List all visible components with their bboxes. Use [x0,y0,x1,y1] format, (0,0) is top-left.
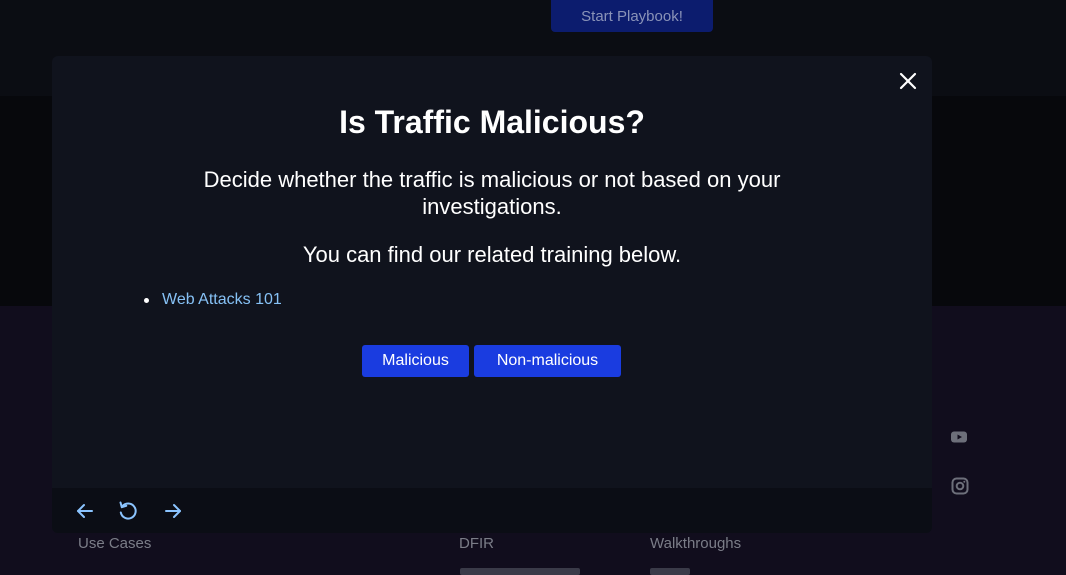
modal-nav-bar [52,488,932,533]
malicious-button[interactable]: Malicious [362,345,469,377]
footer-link-walkthroughs[interactable]: Walkthroughs [650,535,741,552]
training-prompt: You can find our related training below. [302,242,682,267]
start-playbook-button[interactable]: Start Playbook! [551,0,713,32]
instagram-icon[interactable] [951,477,969,495]
youtube-icon[interactable] [950,428,968,446]
training-link-web-attacks-101[interactable]: Web Attacks 101 [162,291,282,309]
restart-button[interactable] [116,499,140,523]
bullet-icon [144,297,149,303]
footer-link-partial [460,568,580,575]
modal-title: Is Traffic Malicious? [339,104,645,140]
refresh-icon [119,501,137,520]
footer-link-use-cases[interactable]: Use Cases [78,535,151,552]
non-malicious-button[interactable]: Non-malicious [474,345,621,377]
forward-button[interactable] [161,499,185,523]
arrow-right-icon [165,504,181,518]
close-icon [899,72,917,90]
list-item: Web Attacks 101 [144,291,282,309]
footer-link-dfir[interactable]: DFIR [459,535,494,552]
close-button[interactable] [895,68,921,94]
modal-description: Decide whether the traffic is malicious … [203,167,781,219]
back-button[interactable] [73,499,97,523]
footer-link-partial [650,568,690,575]
arrow-left-icon [77,504,93,518]
decision-modal: Is Traffic Malicious? Decide whether the… [52,56,932,533]
training-list: Web Attacks 101 [144,291,282,309]
